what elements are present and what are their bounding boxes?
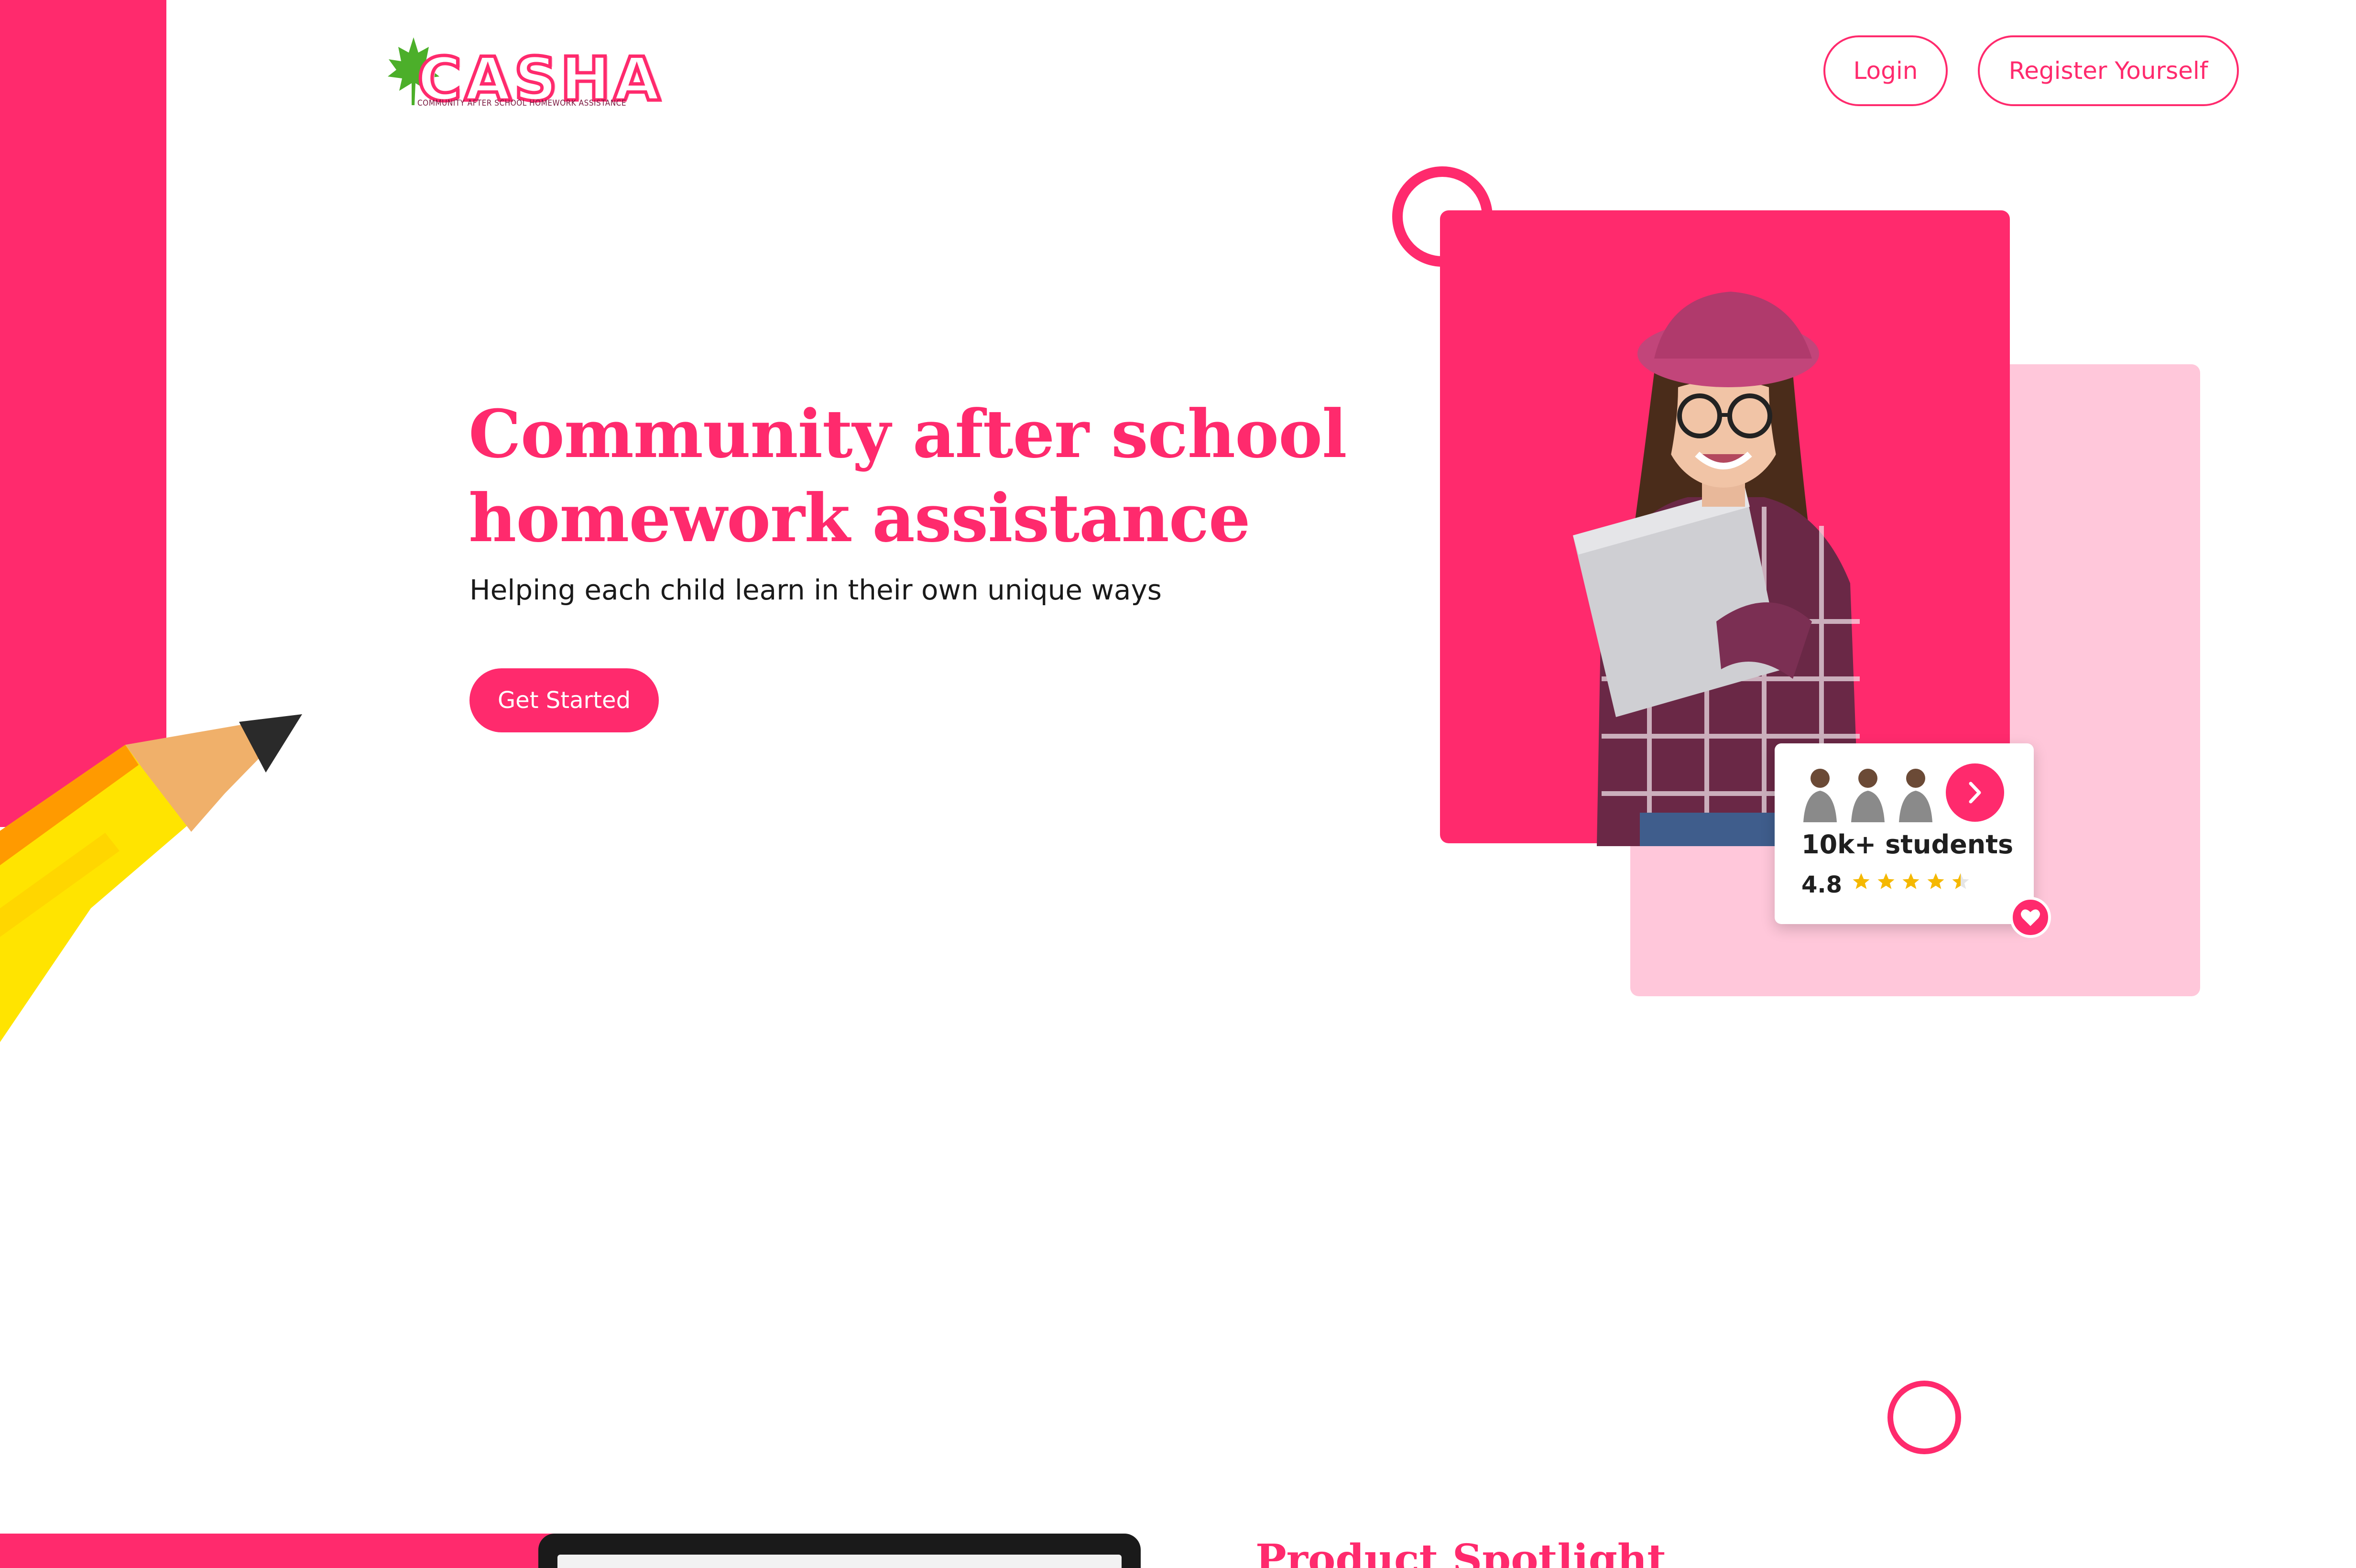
site-logo[interactable]: CASHA COMMUNITY AFTER SCHOOL HOMEWORK AS… (385, 33, 662, 117)
decorative-ring-small (1887, 1381, 1961, 1454)
rating-value: 4.8 (1801, 871, 1843, 898)
rating-stars (1851, 871, 1971, 892)
students-stats-card: 10k+ students 4.8 (1775, 743, 2034, 924)
product-spotlight-title: Product Spotlight (1255, 1535, 1667, 1568)
next-arrow-button[interactable] (1946, 763, 2004, 822)
hero-title-line-2: homework assistance (469, 479, 1251, 557)
student-avatar (1803, 769, 1837, 822)
laptop-screen (557, 1555, 1122, 1568)
star-icon (1927, 873, 1944, 889)
decorative-ring (1392, 166, 1493, 267)
register-button[interactable]: Register Yourself (1978, 35, 2239, 106)
pencil-illustration (0, 714, 302, 1042)
star-icon (1853, 873, 1870, 889)
hero-subtitle: Helping each child learn in their own un… (469, 574, 1162, 606)
star-icon (1902, 873, 1920, 889)
next-section-band (0, 1534, 574, 1568)
get-started-button[interactable]: Get Started (469, 668, 659, 732)
half-star-icon (1952, 873, 1969, 889)
chevron-right-icon (1969, 782, 1981, 804)
logo-tagline: COMMUNITY AFTER SCHOOL HOMEWORK ASSISTAN… (417, 98, 627, 108)
laptop-mockup (538, 1534, 1141, 1568)
star-icon (1877, 873, 1895, 889)
landing-page: CASHA COMMUNITY AFTER SCHOOL HOMEWORK AS… (0, 0, 2356, 1568)
login-button[interactable]: Login (1823, 35, 1948, 106)
students-count: 10k+ students (1801, 829, 2014, 860)
hero-title: Community after school homework assistan… (469, 392, 1347, 560)
hero-title-line-1: Community after school (469, 395, 1347, 473)
heart-icon (2021, 909, 2040, 926)
student-avatar (1851, 769, 1885, 822)
student-avatar (1899, 769, 1932, 822)
decorative-left-band (0, 0, 166, 827)
favorite-button[interactable] (2010, 897, 2051, 938)
